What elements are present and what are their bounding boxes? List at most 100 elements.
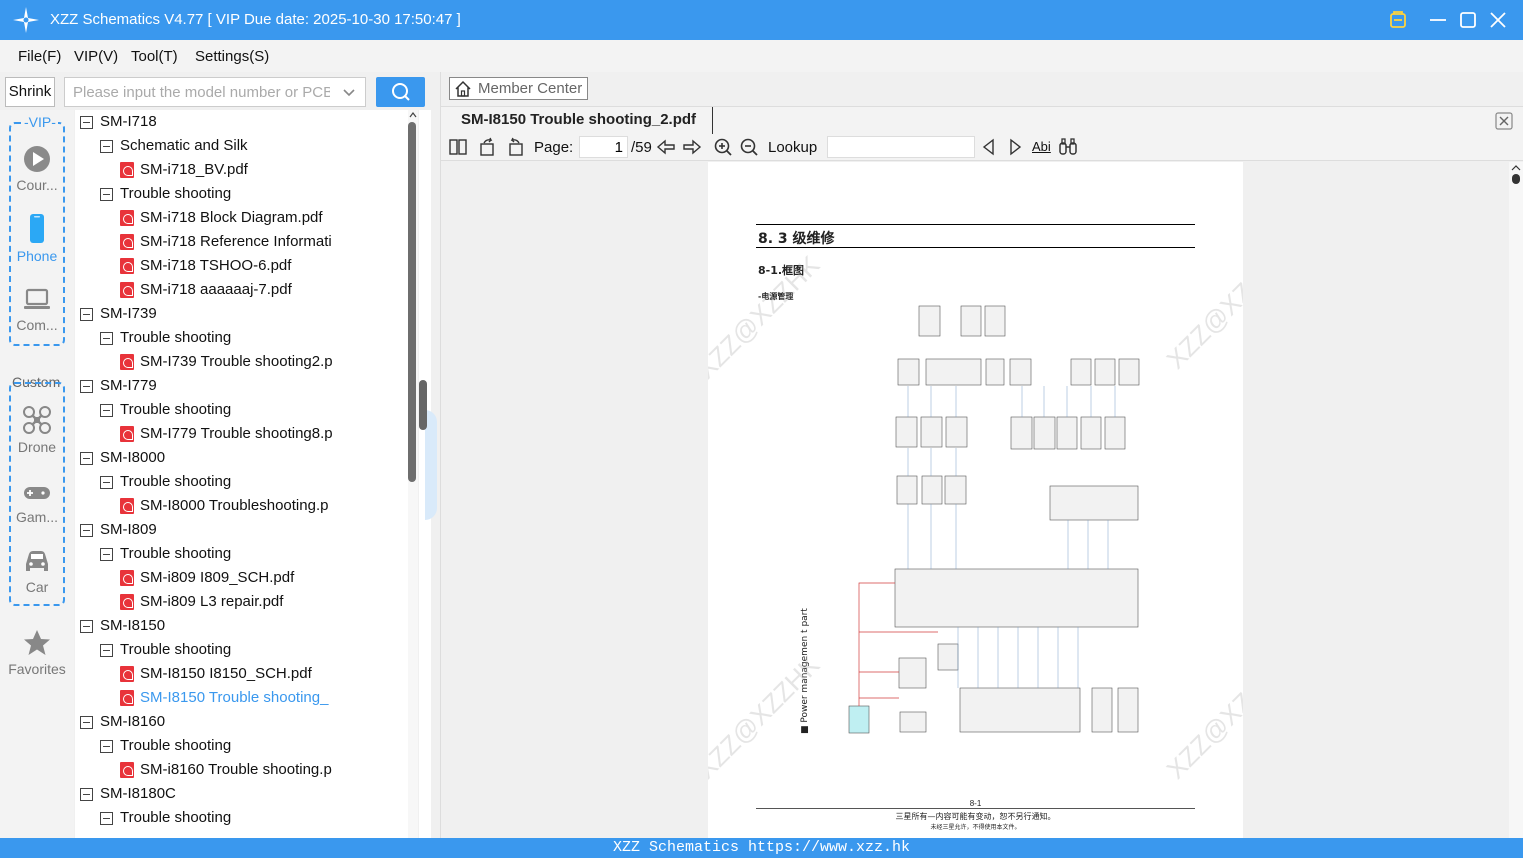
doc-heading: 8. 3 级维修 [758,231,835,247]
collapse-icon[interactable] [80,788,93,801]
tree-label: SM-I8150 I8150_SCH.pdf [140,665,312,682]
zoom-in-icon[interactable] [713,137,733,157]
viewer-scroll-up-icon[interactable] [1509,162,1523,192]
tree-label: Trouble shooting [120,401,232,418]
tree-label: SM-i718_BV.pdf [140,161,248,178]
collapse-icon[interactable] [80,452,93,465]
tree-label: Trouble shooting [120,809,232,826]
laptop-icon [24,288,50,309]
pane-splitter[interactable] [419,110,437,838]
model-search-combobox[interactable] [64,77,366,107]
star-icon [24,630,50,655]
splitter-grip[interactable] [419,380,427,430]
lookup-input[interactable] [827,136,975,158]
category-drone[interactable]: Drone [4,404,70,455]
menu-tool[interactable]: Tool(T) [131,48,178,65]
model-search-input[interactable] [65,78,330,106]
category-games[interactable]: Gam... [4,480,70,525]
two-page-view-icon[interactable] [448,137,468,157]
rotate-right-icon[interactable] [505,137,525,157]
tree-label: Trouble shooting [120,185,232,202]
pdf-file-icon [120,762,134,778]
collapse-icon[interactable] [100,644,113,657]
tree-label: SM-i809 L3 repair.pdf [140,593,284,610]
tree-scrollbar[interactable] [408,110,418,838]
binoculars-icon[interactable] [1058,137,1078,157]
category-favorites[interactable]: Favorites [4,628,70,677]
tree-label: SM-i718 aaaaaaj-7.pdf [140,281,292,298]
doc-footer-line1: 三星所有—内容可能有变动，恕不另行通知。 [895,812,1056,821]
collapse-icon[interactable] [100,548,113,561]
close-icon[interactable] [1486,8,1510,32]
collapse-icon[interactable] [100,404,113,417]
collapse-icon[interactable] [80,524,93,537]
collapse-icon[interactable] [80,620,93,633]
zoom-out-icon[interactable] [739,137,759,157]
collapse-icon[interactable] [80,380,93,393]
minimize-icon[interactable] [1426,8,1450,32]
tree-label: SM-I739 Trouble shooting2.p [140,353,333,370]
category-phone[interactable]: Phone [4,213,70,264]
category-sidebar: -VIP- Cour... Phone Com... Custom Drone … [0,110,74,838]
find-next-icon[interactable] [1005,137,1025,157]
menu-settings[interactable]: Settings(S) [195,48,269,65]
collapse-icon[interactable] [80,716,93,729]
collapse-icon[interactable] [100,476,113,489]
tree-label: SM-I8180C [100,785,176,802]
page-number-input[interactable] [579,136,628,158]
collapse-icon[interactable] [100,812,113,825]
pdf-file-icon [120,690,134,706]
search-button[interactable] [376,77,425,107]
search-icon [392,83,410,101]
collapse-icon[interactable] [100,188,113,201]
category-courses[interactable]: Cour... [4,144,70,193]
scroll-up-icon[interactable] [408,110,418,120]
page-total: /59 [631,139,652,156]
category-car[interactable]: Car [4,546,70,595]
shrink-button[interactable]: Shrink [5,77,55,107]
collapse-icon[interactable] [80,308,93,321]
lookup-label: Lookup [768,139,818,156]
badge-icon[interactable] [1386,8,1410,32]
doc-footer-line2: 未经三星允许，不得使用本文件。 [930,824,1021,831]
pdf-viewer[interactable]: 8. 3 级维修 8-1.框图 -电源管理 ■ Power managemen … [441,162,1509,838]
watermark: XZZ@XZZHK [1160,649,1243,785]
previous-page-icon[interactable] [656,137,676,157]
pdf-file-icon [120,282,134,298]
page-label: Page: [534,139,574,156]
pdf-file-icon [120,354,134,370]
document-tab[interactable]: SM-I8150 Trouble shooting_2.pdf [451,107,713,135]
maximize-icon[interactable] [1456,8,1480,32]
chevron-down-icon[interactable] [341,85,357,101]
menu-vip[interactable]: VIP(V) [74,48,118,65]
tree-label: SM-I718 [100,113,157,130]
collapse-icon[interactable] [100,740,113,753]
find-previous-icon[interactable] [979,137,999,157]
match-case-button[interactable]: Abi [1032,139,1051,154]
member-center-button[interactable]: Member Center [449,77,588,100]
tree-label: Trouble shooting [120,545,232,562]
watermark: XZZ@XZZHK [1160,239,1243,375]
document-tab-bar: SM-I8150 Trouble shooting_2.pdf [441,106,1523,135]
tree-scroll-thumb[interactable] [408,122,416,482]
close-tab-icon[interactable] [1495,112,1513,130]
tree-label: Trouble shooting [120,641,232,658]
play-icon [24,146,50,172]
collapse-icon[interactable] [80,116,93,129]
model-tree[interactable]: SM-I718 Schematic and Silk SM-i718_BV.pdf T… [75,110,408,838]
heading-rule-bottom [756,247,1195,248]
collapse-icon[interactable] [100,140,113,153]
collapse-icon[interactable] [100,332,113,345]
tree-label: Schematic and Silk [120,137,248,154]
next-page-icon[interactable] [682,137,702,157]
pdf-file-icon [120,594,134,610]
tree-label: SM-I8150 Trouble shooting_ [140,689,329,706]
viewer-scrollbar[interactable] [1509,162,1523,838]
category-computer[interactable]: Com... [4,286,70,333]
pdf-file-icon [120,498,134,514]
rotate-left-icon[interactable] [478,137,498,157]
menu-file[interactable]: File(F) [18,48,61,65]
pdf-file-icon [120,258,134,274]
title-bar: XZZ Schematics V4.77 [ VIP Due date: 202… [0,0,1523,40]
pdf-page: 8. 3 级维修 8-1.框图 -电源管理 ■ Power managemen … [708,162,1243,838]
